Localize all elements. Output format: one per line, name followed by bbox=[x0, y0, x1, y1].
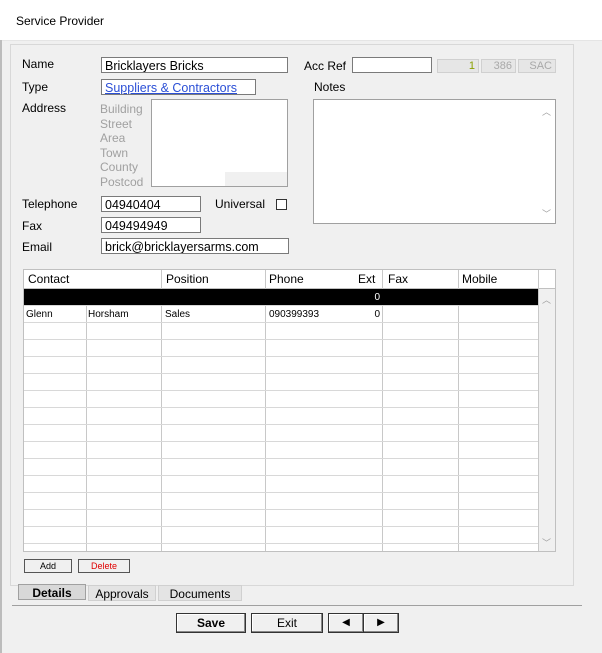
accref-label: Acc Ref bbox=[304, 59, 347, 73]
cell-mobile bbox=[462, 306, 536, 322]
exit-button[interactable]: Exit bbox=[251, 613, 323, 633]
fax-label: Fax bbox=[22, 219, 43, 233]
add-contact-button[interactable]: Add bbox=[24, 559, 72, 573]
code-3: SAC bbox=[518, 59, 556, 73]
col-ext[interactable]: Ext bbox=[358, 270, 375, 289]
cell-mobile bbox=[462, 289, 536, 305]
scroll-down-icon[interactable]: ﹀ bbox=[542, 536, 551, 549]
address-building-label: Building bbox=[100, 102, 143, 116]
telephone-field[interactable]: 04940404 bbox=[101, 196, 201, 212]
next-record-button[interactable]: ▶ bbox=[363, 613, 399, 633]
scroll-up-icon[interactable]: ︿ bbox=[542, 105, 551, 118]
title-bar: Service Provider bbox=[0, 0, 602, 41]
cell-ext: 0 bbox=[374, 309, 380, 320]
table-row[interactable] bbox=[24, 323, 538, 340]
footer-separator bbox=[12, 605, 582, 606]
table-row[interactable] bbox=[24, 493, 538, 510]
table-row[interactable] bbox=[24, 476, 538, 493]
col-contact[interactable]: Contact bbox=[28, 270, 69, 289]
table-row[interactable] bbox=[24, 510, 538, 527]
table-row[interactable] bbox=[24, 442, 538, 459]
save-button[interactable]: Save bbox=[176, 613, 246, 633]
cell-last: Horsham bbox=[88, 309, 129, 320]
universal-label: Universal bbox=[215, 197, 266, 211]
notes-label: Notes bbox=[314, 80, 346, 94]
cell-position: Sales bbox=[165, 309, 191, 320]
table-row[interactable] bbox=[24, 340, 538, 357]
grid-scrollbar[interactable]: ︿ ﹀ bbox=[539, 289, 555, 551]
col-position[interactable]: Position bbox=[166, 270, 209, 289]
address-postcode-label: Postcod bbox=[100, 174, 144, 189]
cell-first: Glenn bbox=[26, 309, 53, 320]
tab-documents[interactable]: Documents bbox=[158, 585, 242, 601]
window-title: Service Provider bbox=[16, 14, 105, 28]
col-phone[interactable]: Phone bbox=[269, 270, 304, 289]
table-row[interactable]: 0 bbox=[24, 289, 538, 306]
address-part-labels: Building Street Area Town County Postcod bbox=[100, 102, 150, 189]
contacts-grid[interactable]: Contact Position Phone Ext Fax Mobile 0G… bbox=[23, 269, 556, 552]
table-row[interactable] bbox=[24, 459, 538, 476]
table-row[interactable]: Glenn Horsham Sales 090399393 0 bbox=[24, 306, 538, 323]
tab-details[interactable]: Details bbox=[18, 584, 86, 600]
grid-header: Contact Position Phone Ext Fax Mobile bbox=[24, 270, 555, 289]
cell-fax bbox=[386, 306, 456, 322]
address-street-label: Street bbox=[100, 116, 133, 131]
tab-approvals[interactable]: Approvals bbox=[88, 585, 156, 601]
address-label: Address bbox=[22, 101, 67, 115]
table-row[interactable] bbox=[24, 357, 538, 374]
code-2: 386 bbox=[481, 59, 516, 73]
table-row[interactable] bbox=[24, 425, 538, 442]
table-row[interactable] bbox=[24, 408, 538, 425]
delete-contact-button[interactable]: Delete bbox=[78, 559, 130, 573]
type-field[interactable]: Suppliers & Contractors bbox=[101, 79, 256, 95]
col-mobile[interactable]: Mobile bbox=[462, 270, 497, 289]
name-field[interactable]: Bricklayers Bricks bbox=[101, 57, 288, 73]
table-row[interactable] bbox=[24, 374, 538, 391]
cell-first bbox=[26, 289, 84, 305]
type-label: Type bbox=[22, 80, 49, 94]
notes-textarea[interactable]: ︿ ﹀ bbox=[313, 99, 556, 224]
cell-phone: 090399393 bbox=[269, 309, 320, 320]
code-1: 1 bbox=[437, 59, 479, 73]
universal-checkbox[interactable] bbox=[276, 199, 287, 210]
scroll-up-icon[interactable]: ︿ bbox=[542, 293, 551, 306]
accref-field[interactable] bbox=[352, 57, 432, 73]
address-field[interactable] bbox=[151, 99, 288, 187]
fax-field[interactable]: 049494949 bbox=[101, 217, 201, 233]
scroll-down-icon[interactable]: ﹀ bbox=[542, 207, 551, 220]
address-area-label: Area bbox=[100, 131, 126, 145]
cell-position bbox=[165, 289, 263, 305]
prev-record-button[interactable]: ◀ bbox=[328, 613, 364, 633]
table-row[interactable] bbox=[24, 527, 538, 544]
col-fax[interactable]: Fax bbox=[388, 270, 408, 289]
name-label: Name bbox=[22, 57, 55, 71]
email-field[interactable]: brick@bricklayersarms.com bbox=[101, 238, 289, 254]
email-label: Email bbox=[22, 240, 53, 254]
cell-last bbox=[88, 289, 160, 305]
cell-phone bbox=[269, 289, 349, 305]
cell-ext: 0 bbox=[374, 292, 380, 303]
address-county-label: County bbox=[100, 160, 139, 174]
postcode-area bbox=[225, 172, 287, 186]
address-town-label: Town bbox=[100, 145, 129, 160]
table-row[interactable] bbox=[24, 391, 538, 408]
telephone-label: Telephone bbox=[22, 197, 78, 211]
cell-fax bbox=[386, 289, 456, 305]
window-edge bbox=[0, 40, 2, 653]
